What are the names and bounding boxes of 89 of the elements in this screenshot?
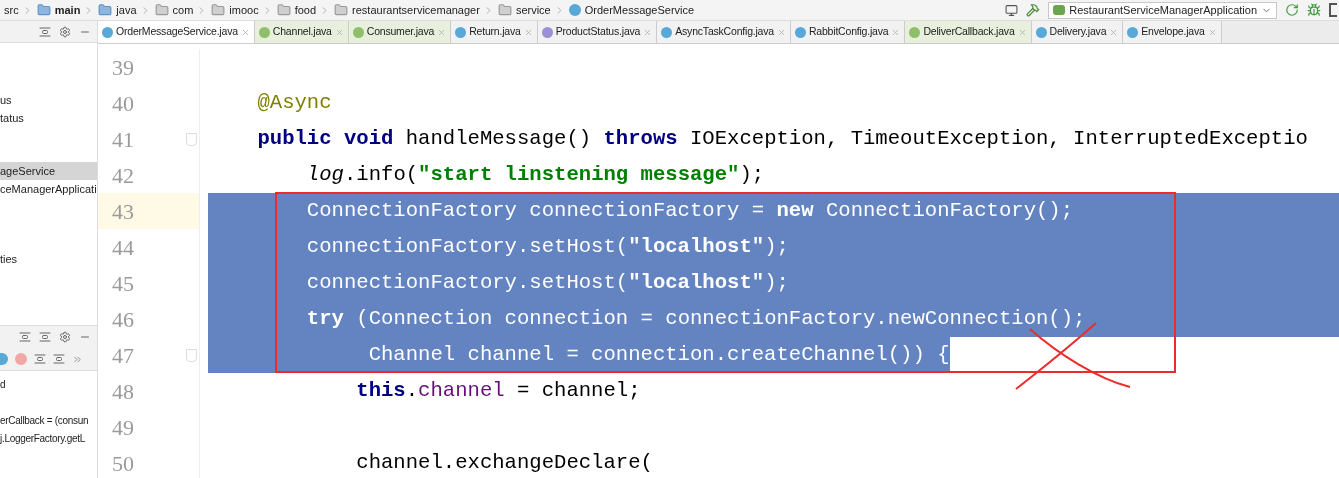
expand-icon[interactable] xyxy=(19,331,31,343)
collapse-icon[interactable] xyxy=(53,353,65,365)
file-type-icon xyxy=(1127,26,1139,38)
bug-icon[interactable] xyxy=(1307,3,1321,17)
expand-icon[interactable] xyxy=(34,353,46,365)
editor-tab[interactable]: ProductStatus.java xyxy=(537,21,658,43)
breadcrumb-item[interactable]: com xyxy=(172,1,194,19)
editor-tab[interactable]: DeliverCallback.java xyxy=(905,21,1032,43)
structure-item[interactable]: j.LoggerFactory.getL xyxy=(0,430,97,448)
breadcrumb-item[interactable]: main xyxy=(54,1,81,19)
close-icon[interactable] xyxy=(334,27,344,37)
editor-tab[interactable]: Envelope.java xyxy=(1123,21,1222,43)
close-icon[interactable] xyxy=(1109,27,1119,37)
editor-tab[interactable]: Consumer.java xyxy=(348,21,452,43)
close-icon[interactable] xyxy=(1207,27,1217,37)
editor-tab[interactable]: AsyncTaskConfig.java xyxy=(657,21,791,43)
class-icon xyxy=(568,4,581,16)
field-filter-icon[interactable] xyxy=(0,353,8,365)
editor-tab[interactable]: RabbitConfig.java xyxy=(790,21,906,43)
tree-item[interactable]: ties xyxy=(0,250,97,268)
breadcrumb-item[interactable]: java xyxy=(116,1,137,19)
editor-tab[interactable]: Channel.java xyxy=(254,21,349,43)
file-type-icon xyxy=(794,26,806,38)
code-line: log.info("start linstening message"); xyxy=(305,162,765,188)
close-icon[interactable] xyxy=(240,27,250,37)
file-type-icon xyxy=(1035,26,1047,38)
app-icon xyxy=(1053,5,1066,15)
folder-icon xyxy=(497,3,512,17)
run-config-dropdown[interactable]: RestaurantServiceManagerApplication xyxy=(1048,1,1277,19)
collapse-icon[interactable] xyxy=(39,25,51,38)
folder-icon xyxy=(334,3,349,17)
line-number: 40 xyxy=(112,89,134,118)
file-type-icon xyxy=(909,26,921,38)
line-number: 50 xyxy=(112,449,134,478)
terminal-icon[interactable] xyxy=(1005,3,1019,17)
structure-item[interactable]: erCallback = (consun xyxy=(0,412,97,430)
line-number: 44 xyxy=(112,233,134,262)
folder-icon xyxy=(36,3,51,17)
settings-icon[interactable] xyxy=(59,25,71,38)
tree-item[interactable]: tatus xyxy=(0,109,97,127)
tree-item[interactable]: ceManagerApplicati xyxy=(0,180,97,198)
build-icon[interactable] xyxy=(1026,3,1041,17)
line-number: 45 xyxy=(112,269,134,298)
breadcrumb-item[interactable]: OrderMessageService xyxy=(584,1,695,19)
tree-item[interactable]: ageService xyxy=(0,162,97,180)
settings-icon[interactable] xyxy=(59,331,71,343)
file-type-icon xyxy=(102,26,113,38)
file-type-icon xyxy=(541,26,553,38)
code-line: channel.exchangeDeclare( xyxy=(355,450,653,476)
file-type-icon xyxy=(352,26,364,38)
line-number: 46 xyxy=(112,305,134,334)
close-icon[interactable] xyxy=(523,27,533,37)
close-icon[interactable] xyxy=(643,27,653,37)
file-type-icon xyxy=(258,26,270,38)
folder-icon xyxy=(276,3,291,17)
breadcrumb-item[interactable]: food xyxy=(294,1,317,19)
folder-icon xyxy=(98,3,113,17)
line-number: 41 xyxy=(112,125,134,154)
rerun-icon[interactable] xyxy=(1285,3,1299,17)
close-icon[interactable] xyxy=(776,27,786,37)
breadcrumb-item[interactable]: restaurantservicemanager xyxy=(352,1,480,19)
line-number: 47 xyxy=(112,341,134,370)
file-type-icon xyxy=(455,26,467,38)
close-icon[interactable] xyxy=(891,27,901,37)
structure-item[interactable]: d xyxy=(0,376,97,394)
file-type-icon xyxy=(661,26,673,38)
line-number: 43 xyxy=(112,197,134,226)
collapse-icon[interactable] xyxy=(39,331,51,343)
line-number: 39 xyxy=(112,53,134,82)
fold-marker-icon[interactable] xyxy=(186,132,197,146)
line-number: 48 xyxy=(112,377,134,406)
folder-icon xyxy=(154,3,169,17)
code-line: public void handleMessage() throws IOException, TimeoutException, InterruptedExceptio xyxy=(256,126,1308,152)
fold-marker-icon[interactable] xyxy=(186,348,197,362)
editor-tab[interactable]: OrderMessageService.java xyxy=(98,21,255,43)
folder-icon xyxy=(211,3,226,17)
editor-tab[interactable]: Delivery.java xyxy=(1031,21,1124,43)
lambda-filter-icon[interactable] xyxy=(15,353,27,365)
tree-item[interactable]: us xyxy=(0,91,97,109)
line-number: 42 xyxy=(112,161,134,190)
breadcrumb-item[interactable]: src xyxy=(4,1,19,19)
code-line: @Async xyxy=(256,90,332,116)
editor-tab[interactable]: Return.java xyxy=(451,21,538,43)
breadcrumb-item[interactable]: service xyxy=(515,1,551,19)
close-icon[interactable] xyxy=(1017,27,1027,37)
line-number: 49 xyxy=(112,413,134,442)
close-icon[interactable] xyxy=(437,27,447,37)
code-line: this.channel = channel; xyxy=(355,378,641,404)
breadcrumb-item[interactable]: imooc xyxy=(229,1,259,19)
